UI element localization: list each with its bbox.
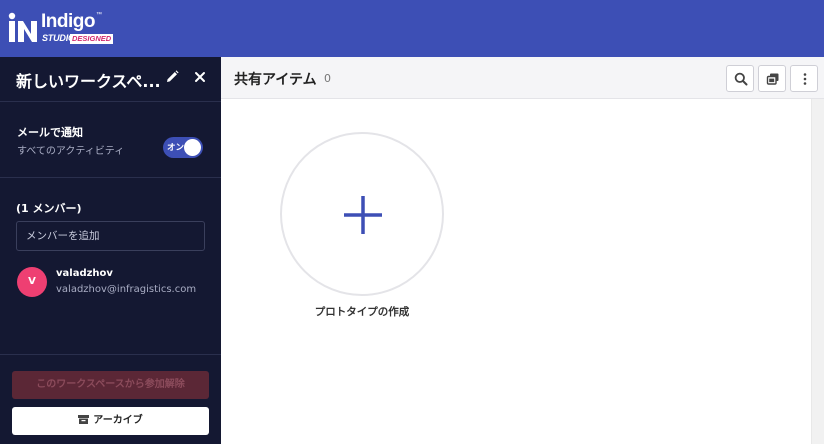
brand-designed: DESIGNED <box>70 34 114 44</box>
brand-name: Indigo <box>41 11 95 32</box>
workspace-title: 新しいワークスペ... <box>16 72 161 91</box>
member-email: valadzhov@infragistics.com <box>56 284 197 295</box>
workspace-sidebar: 新しいワークスペ... メールで通知 すべてのアクティビティ オン (1 メンバ… <box>0 57 221 444</box>
top-bar: Indigo ™ STUDIO DESIGNED <box>0 0 824 57</box>
sidebar-header: 新しいワークスペ... <box>0 57 221 102</box>
shared-items-panel: 共有アイテム 0 プロトタイプの作成 <box>221 57 824 444</box>
leave-workspace-button[interactable]: このワークスペースから参加解除 <box>12 371 209 399</box>
archive-button[interactable]: アーカイブ <box>12 407 209 435</box>
divider <box>0 354 221 355</box>
notification-toggle[interactable]: オン <box>163 137 203 158</box>
search-icon <box>734 72 748 86</box>
panel-header: 共有アイテム 0 <box>221 57 824 99</box>
toggle-label: オン <box>167 143 185 153</box>
create-prototype-button[interactable] <box>280 132 444 296</box>
members-count-title: (1 メンバー) <box>16 202 82 215</box>
copy-icon <box>766 73 779 85</box>
trademark: ™ <box>96 12 102 18</box>
pencil-icon[interactable] <box>164 69 180 85</box>
indigo-logo-icon <box>8 12 37 42</box>
scrollbar[interactable] <box>811 99 824 444</box>
copy-button[interactable] <box>758 65 786 92</box>
member-name: valadzhov <box>56 268 113 279</box>
archive-icon <box>78 415 90 424</box>
search-button[interactable] <box>726 65 754 92</box>
page-title: 共有アイテム <box>234 72 317 88</box>
email-notification-section: メールで通知 すべてのアクティビティ オン <box>0 102 221 178</box>
avatar: V <box>17 267 47 297</box>
member-list-item[interactable]: V valadzhov valadzhov@infragistics.com <box>16 267 216 301</box>
more-options-button[interactable] <box>790 65 818 92</box>
indigo-logo[interactable]: Indigo ™ STUDIO DESIGNED <box>8 8 114 48</box>
plus-icon <box>344 196 382 234</box>
create-prototype-label[interactable]: プロトタイプの作成 <box>280 304 444 319</box>
toggle-knob <box>184 139 201 156</box>
add-member-input[interactable] <box>16 221 205 251</box>
notification-subtitle: すべてのアクティビティ <box>17 146 125 157</box>
notification-title: メールで通知 <box>17 126 83 139</box>
close-icon[interactable] <box>192 69 208 85</box>
item-count: 0 <box>324 72 331 85</box>
archive-button-label: アーカイブ <box>93 415 143 426</box>
more-vertical-icon <box>803 73 807 85</box>
